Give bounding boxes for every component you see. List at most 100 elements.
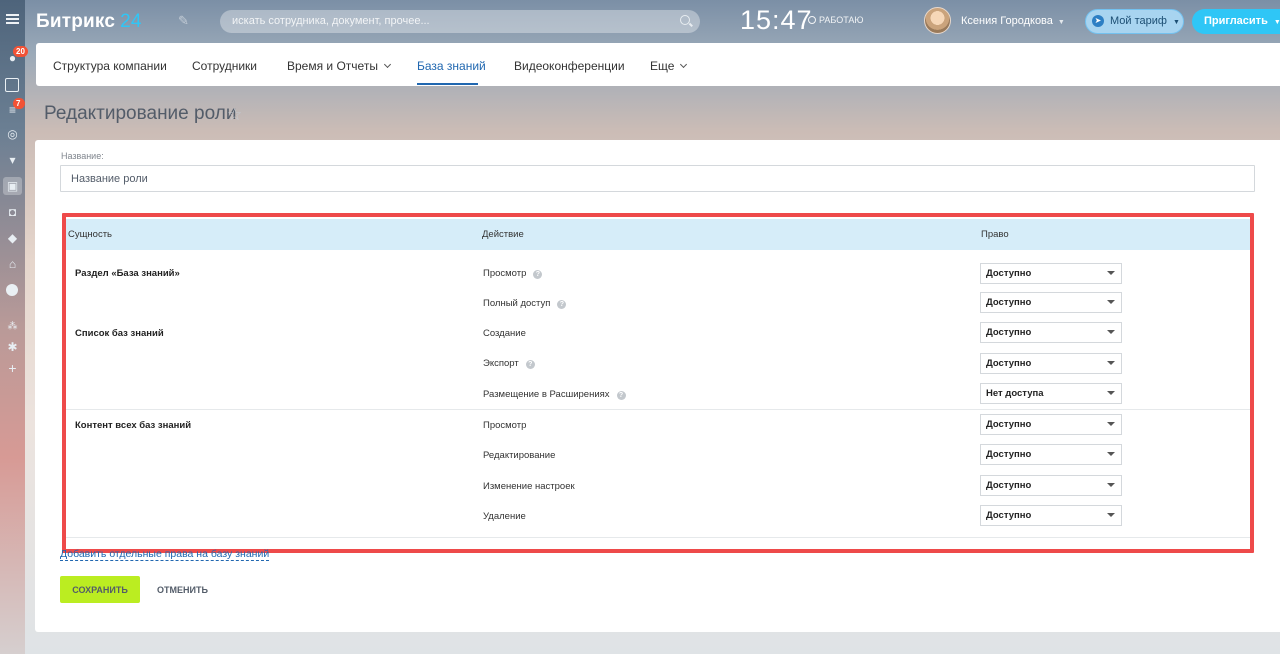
logo[interactable]: Битрикс 24: [36, 11, 142, 33]
right-select[interactable]: Доступно: [980, 414, 1122, 435]
invite-button[interactable]: Пригласить ▼: [1192, 9, 1280, 34]
right-select[interactable]: Доступно: [980, 505, 1122, 526]
dropdown-arrow-icon: [1107, 330, 1115, 334]
star-icon[interactable]: ☆: [227, 105, 242, 125]
menu-item-company-structure[interactable]: Структура компании: [53, 59, 167, 73]
save-button[interactable]: СОХРАНИТЬ: [60, 576, 140, 603]
cancel-button[interactable]: ОТМЕНИТЬ: [157, 585, 208, 595]
right-select[interactable]: Доступно: [980, 353, 1122, 374]
right-value: Доступно: [986, 510, 1032, 521]
work-status-label: РАБОТАЮ: [819, 15, 864, 25]
help-icon[interactable]: ?: [616, 391, 626, 400]
entity-knowledge-list: Список баз знаний: [75, 328, 164, 339]
help-icon[interactable]: ?: [525, 360, 535, 369]
dropdown-arrow-icon: [1107, 483, 1115, 487]
cart-icon[interactable]: ▾: [6, 154, 19, 167]
action-label: Удаление: [483, 511, 526, 522]
right-select[interactable]: Доступно: [980, 263, 1122, 284]
menu-item-knowledge-base[interactable]: База знаний: [417, 59, 486, 73]
search-icon[interactable]: [680, 15, 690, 25]
chevron-down-icon: [680, 60, 688, 69]
left-rail: ● 20 ≡ 7 ◎ ▾ ▣ ◘ ◆ ⌂ ⁂ ✱ +: [0, 0, 28, 654]
target-icon[interactable]: ◎: [6, 128, 19, 141]
role-name-input[interactable]: [60, 165, 1255, 192]
right-select[interactable]: Нет доступа: [980, 383, 1122, 404]
logo-number: 24: [120, 11, 142, 32]
right-value: Доступно: [986, 268, 1032, 279]
sitemap-icon[interactable]: ⁂: [6, 320, 19, 333]
tariff-button[interactable]: ➤ Мой тариф ▼: [1085, 9, 1184, 34]
action-label: Экспорт: [483, 358, 519, 369]
action-label: Полный доступ: [483, 298, 551, 309]
chevron-down-icon: ▼: [1273, 19, 1280, 26]
role-edit-form: Название: Сущность Действие Право Раздел…: [35, 140, 1280, 632]
table-row: Изменение настроек: [483, 481, 575, 492]
right-select[interactable]: Доступно: [980, 292, 1122, 313]
contacts-icon[interactable]: ▣: [6, 180, 19, 193]
right-value: Доступно: [986, 480, 1032, 491]
user-menu[interactable]: Ксения Городкова ▼: [961, 15, 1065, 27]
menu-item-video-conferences[interactable]: Видеоконференции: [514, 59, 625, 73]
action-label: Размещение в Расширениях: [483, 389, 610, 400]
dropdown-arrow-icon: [1107, 361, 1115, 365]
name-label: Название:: [61, 151, 104, 161]
table-row: Просмотр?: [483, 268, 543, 279]
work-status[interactable]: РАБОТАЮ: [808, 15, 864, 25]
action-label: Создание: [483, 328, 526, 339]
dropdown-arrow-icon: [1107, 422, 1115, 426]
right-value: Доступно: [986, 327, 1032, 338]
column-header-action: Действие: [482, 229, 524, 240]
table-row: Просмотр: [483, 420, 526, 431]
right-value: Нет доступа: [986, 388, 1044, 399]
permissions-table: Сущность Действие Право Раздел «База зна…: [62, 213, 1254, 553]
help-icon[interactable]: ?: [533, 270, 543, 279]
menu-item-more[interactable]: Еще: [650, 59, 688, 73]
table-row: Удаление: [483, 511, 526, 522]
work-status-icon: [808, 16, 816, 24]
table-header: Сущность Действие Право: [66, 219, 1250, 250]
group-divider: [66, 537, 1250, 538]
table-row: Размещение в Расширениях?: [483, 389, 626, 400]
user-name: Ксения Городкова: [961, 15, 1053, 27]
dropdown-arrow-icon: [1107, 300, 1115, 304]
column-header-right: Право: [981, 229, 1009, 240]
right-select[interactable]: Доступно: [980, 322, 1122, 343]
gear-icon[interactable]: ✱: [6, 341, 19, 354]
edit-pencil-icon[interactable]: ✎: [178, 13, 189, 29]
dropdown-arrow-icon: [1107, 391, 1115, 395]
avatar[interactable]: [924, 7, 951, 34]
add-icon[interactable]: +: [6, 361, 19, 375]
menu-item-employees[interactable]: Сотрудники: [192, 59, 257, 73]
chevron-down-icon: ▼: [1057, 19, 1065, 26]
table-row: Создание: [483, 328, 526, 339]
dropdown-arrow-icon: [1107, 513, 1115, 517]
feed-badge: 7: [13, 98, 25, 109]
tariff-label: Мой тариф: [1110, 15, 1167, 27]
chevron-down-icon: [383, 60, 391, 69]
main-menu: Структура компании Сотрудники Время и От…: [36, 43, 1280, 86]
menu-item-time-reports[interactable]: Время и Отчеты: [287, 59, 391, 73]
tasks-checkbox-icon[interactable]: [5, 78, 19, 92]
top-header: Битрикс24 ✎ 15:47 РАБОТАЮ Ксения Городко…: [0, 0, 1280, 42]
right-select[interactable]: Доступно: [980, 475, 1122, 496]
clock[interactable]: 15:47: [740, 5, 813, 36]
right-value: Доступно: [986, 449, 1032, 460]
entity-all-content: Контент всех баз знаний: [75, 420, 192, 431]
chevron-down-icon: ▼: [1172, 19, 1180, 26]
dropdown-arrow-icon: [1107, 271, 1115, 275]
more-circle-icon[interactable]: [6, 284, 18, 296]
menu-item-more-label: Еще: [650, 59, 675, 73]
group-divider: [66, 409, 1250, 410]
menu-item-time-reports-label: Время и Отчеты: [287, 59, 378, 73]
right-value: Доступно: [986, 297, 1032, 308]
help-icon[interactable]: ?: [557, 300, 567, 309]
action-label: Просмотр: [483, 420, 527, 431]
action-label: Изменение настроек: [483, 481, 575, 492]
box-icon[interactable]: ◆: [6, 232, 19, 245]
column-header-entity: Сущность: [68, 229, 113, 240]
right-select[interactable]: Доступно: [980, 444, 1122, 465]
robot-icon[interactable]: ◘: [6, 206, 19, 219]
bank-icon[interactable]: ⌂: [6, 258, 19, 271]
add-knowledge-base-rights-link[interactable]: Добавить отдельные права на базу знаний: [60, 548, 270, 561]
search-input[interactable]: [220, 10, 700, 33]
